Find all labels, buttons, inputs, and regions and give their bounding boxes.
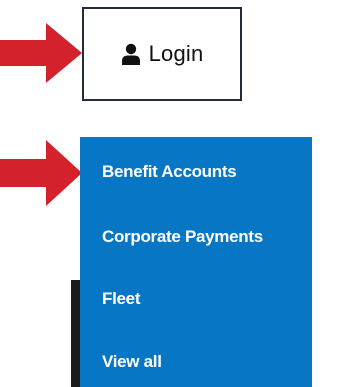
annotation-arrow-menu <box>0 140 82 206</box>
menu-item-view-all[interactable]: View all <box>102 352 162 372</box>
menu-item-benefit-accounts[interactable]: Benefit Accounts <box>102 162 237 182</box>
user-icon <box>121 43 141 65</box>
login-button[interactable]: Login <box>82 7 242 101</box>
menu-shadow <box>71 280 80 387</box>
annotation-arrow-login <box>0 23 82 83</box>
login-label: Login <box>148 41 204 66</box>
menu-item-corporate-payments[interactable]: Corporate Payments <box>102 227 263 247</box>
dropdown-menu: Benefit Accounts Corporate Payments Flee… <box>80 137 312 387</box>
menu-item-fleet[interactable]: Fleet <box>102 289 140 309</box>
